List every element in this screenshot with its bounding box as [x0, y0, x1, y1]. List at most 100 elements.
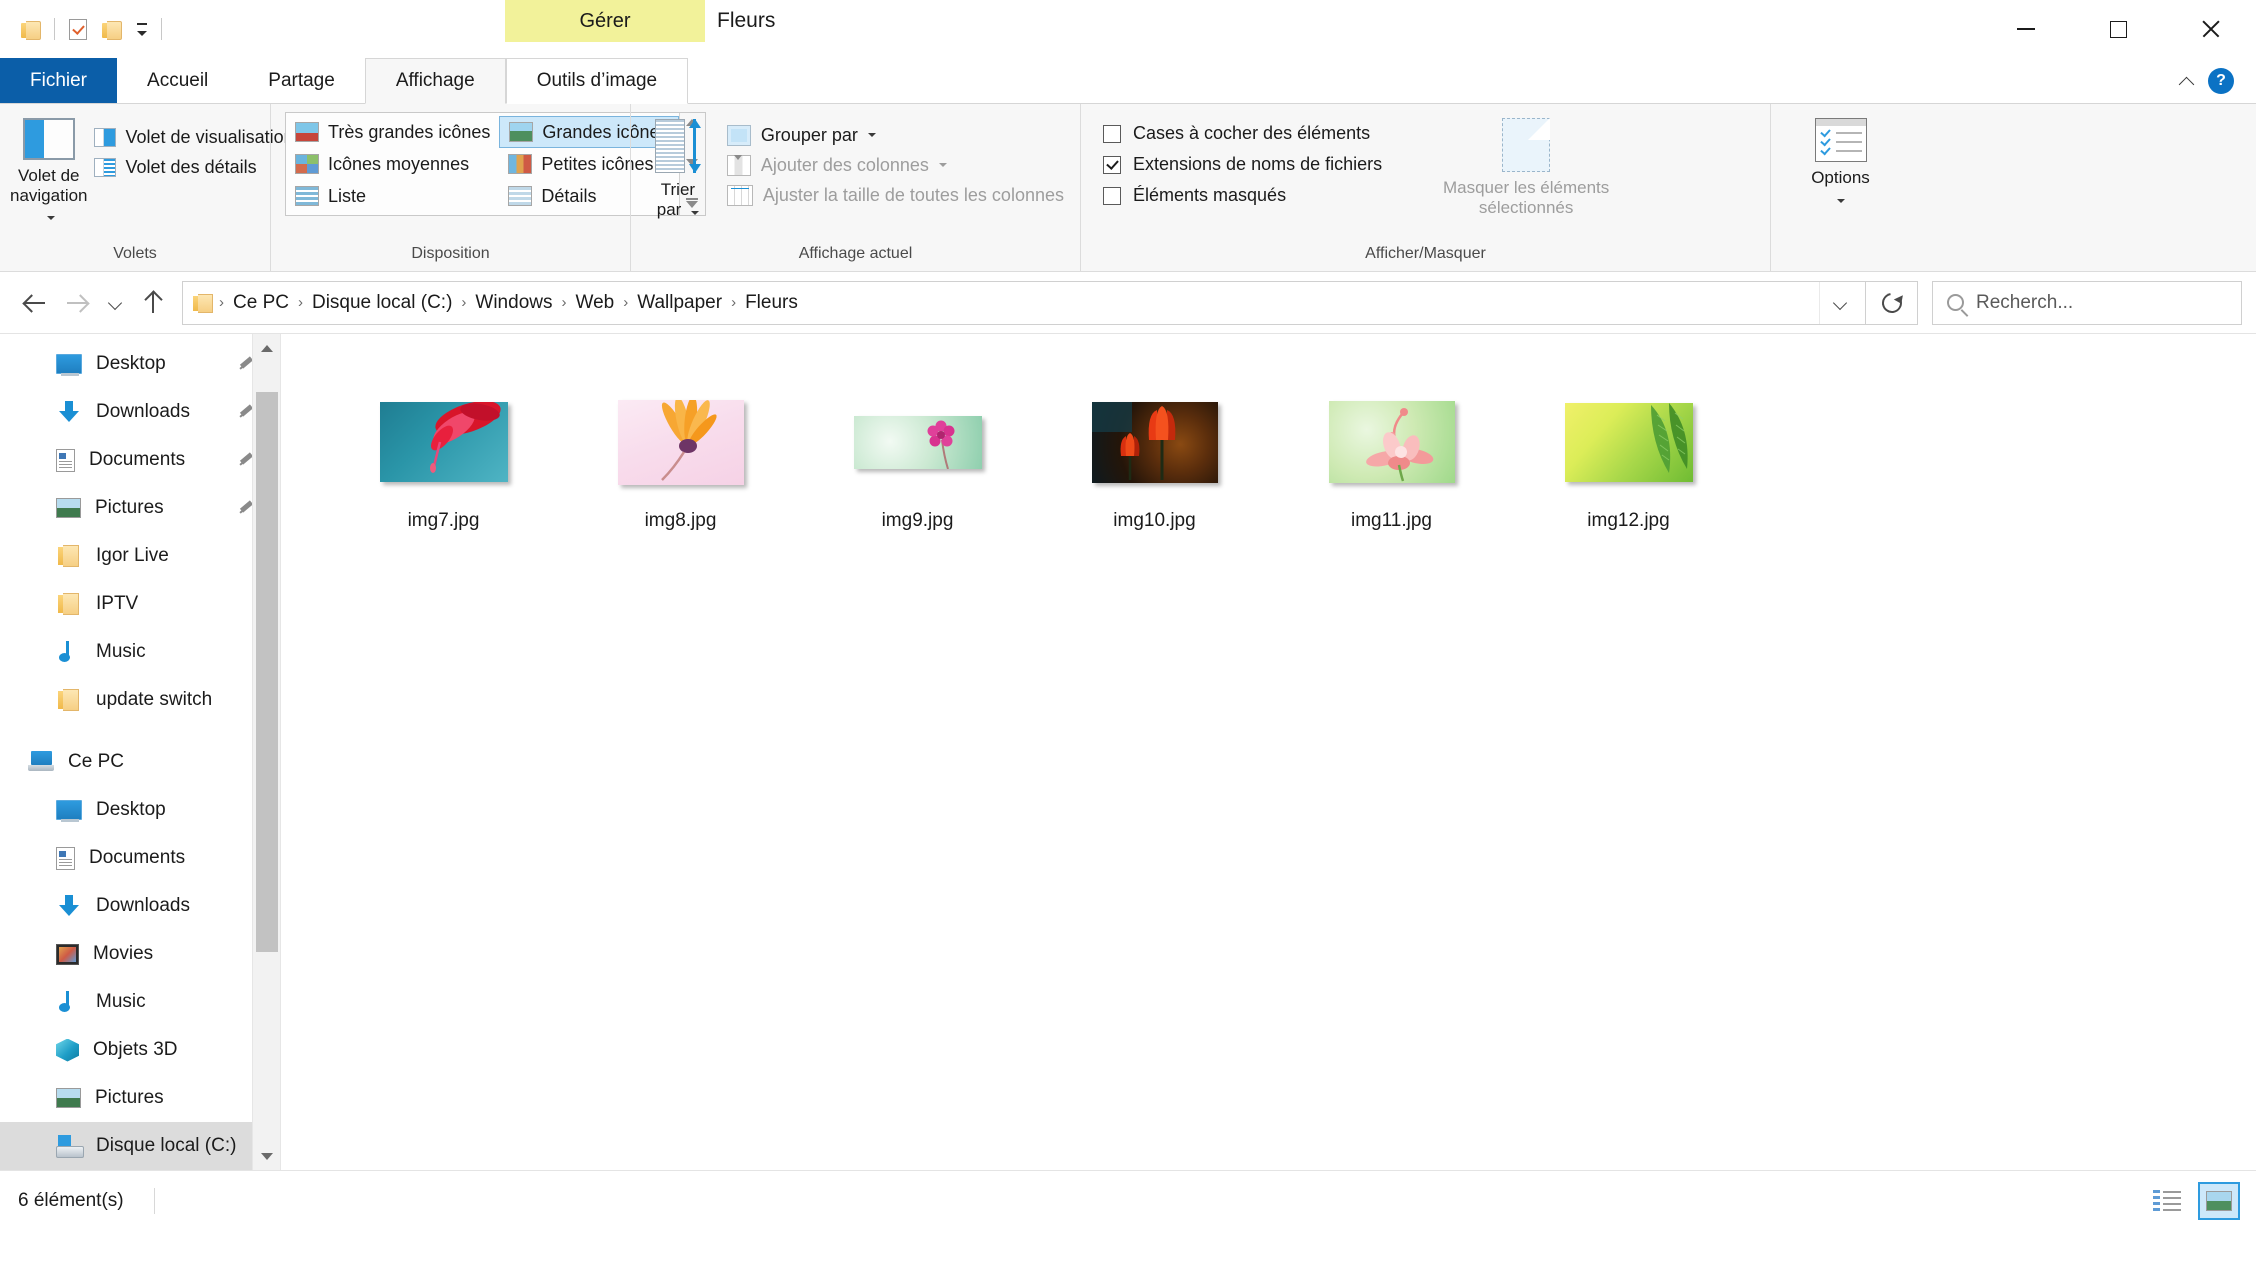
forward-button[interactable] — [56, 282, 98, 324]
options-button[interactable]: Options — [1781, 112, 1900, 207]
minimize-button[interactable] — [1980, 0, 2072, 58]
qat-customize-button[interactable] — [129, 14, 155, 44]
close-button[interactable] — [2164, 0, 2256, 58]
file-item-img8[interactable]: img8.jpg — [562, 382, 799, 536]
refresh-button[interactable] — [1866, 280, 1918, 325]
music-icon — [56, 641, 82, 663]
refresh-icon — [1877, 288, 1906, 317]
file-extensions-checkbox[interactable] — [1103, 155, 1121, 174]
nav-item-pictures-qa[interactable]: Pictures — [0, 484, 280, 532]
navigation-pane-button[interactable]: Volet de navigation — [10, 112, 88, 225]
file-item-img11[interactable]: img11.jpg — [1273, 382, 1510, 536]
layout-medium-icons[interactable]: Icônes moyennes — [286, 148, 499, 180]
scrollbar-up-button[interactable] — [253, 334, 281, 362]
nav-item-music-qa[interactable]: Music — [0, 628, 280, 676]
preview-pane-toggle[interactable]: Volet de visualisation — [88, 122, 300, 152]
file-item-img7[interactable]: img7.jpg — [325, 382, 562, 536]
scroll-up-icon — [260, 344, 273, 352]
breadcrumb-separator-5: › — [731, 294, 737, 311]
up-button[interactable] — [132, 282, 174, 324]
chevron-up-icon[interactable] — [2180, 74, 2194, 88]
size-all-columns-button[interactable]: Ajuster la taille de toutes les colonnes — [721, 180, 1070, 210]
breadcrumb-bar[interactable]: › Ce PC › Disque local (C:) › Windows › … — [182, 280, 1866, 325]
navigation-pane-label-line2: navigation — [10, 185, 88, 205]
file-item-img9[interactable]: img9.jpg — [799, 382, 1036, 536]
navigation-pane: Desktop Downloads Documents Pictures Igo — [0, 334, 280, 1170]
sort-by-button[interactable]: Trier par — [649, 112, 707, 219]
nav-item-documents-qa[interactable]: Documents — [0, 436, 280, 484]
file-extensions-toggle[interactable]: Extensions de noms de fichiers — [1097, 149, 1388, 180]
breadcrumb-item-fleurs[interactable]: Fleurs — [738, 289, 805, 317]
tab-affichage[interactable]: Affichage — [364, 58, 506, 104]
documents-icon — [56, 448, 75, 472]
scrollbar-down-button[interactable] — [253, 1142, 281, 1170]
address-bar: › Ce PC › Disque local (C:) › Windows › … — [0, 272, 2256, 334]
navigation-pane-icon — [22, 118, 75, 160]
group-by-button[interactable]: Grouper par — [721, 120, 1070, 150]
item-checkboxes-toggle[interactable]: Cases à cocher des éléments — [1097, 118, 1388, 149]
details-pane-toggle[interactable]: Volet des détails — [88, 152, 300, 182]
add-columns-button[interactable]: Ajouter des colonnes — [721, 150, 1070, 180]
layout-extra-large-icons[interactable]: Très grandes icônes — [286, 116, 499, 148]
nav-item-desktop-pc[interactable]: Desktop — [0, 786, 280, 834]
tab-partage[interactable]: Partage — [238, 58, 365, 103]
up-arrow-icon — [142, 292, 164, 314]
breadcrumb-item-wallpaper[interactable]: Wallpaper — [630, 289, 729, 317]
nav-item-ce-pc[interactable]: Ce PC — [0, 738, 280, 786]
details-view-button[interactable] — [2146, 1182, 2188, 1220]
search-box[interactable]: Recherch... — [1932, 280, 2242, 325]
qat-new-folder-button[interactable] — [95, 12, 129, 46]
nav-item-disque-local[interactable]: Disque local (C:) — [0, 1122, 280, 1170]
large-icons-icon — [509, 122, 534, 142]
file-item-img12[interactable]: img12.jpg — [1510, 382, 1747, 536]
nav-item-downloads-qa[interactable]: Downloads — [0, 388, 280, 436]
navigation-pane-scrollbar[interactable] — [252, 334, 280, 1170]
nav-item-downloads-pc[interactable]: Downloads — [0, 882, 280, 930]
back-button[interactable] — [14, 282, 56, 324]
large-icons-view-button[interactable] — [2198, 1181, 2240, 1220]
breadcrumb-item-web[interactable]: Web — [568, 289, 621, 317]
file-item-img10[interactable]: img10.jpg — [1036, 382, 1273, 536]
folder-icon — [193, 294, 213, 313]
scrollbar-thumb[interactable] — [255, 392, 278, 952]
address-dropdown-button[interactable] — [1819, 281, 1859, 324]
folder-icon — [56, 593, 82, 615]
hide-selected-items-button[interactable]: Masquer les éléments sélectionnés — [1416, 112, 1636, 217]
qat-properties-button[interactable] — [61, 12, 95, 46]
qat-folder-button[interactable] — [14, 12, 48, 46]
tab-accueil[interactable]: Accueil — [117, 58, 238, 103]
recent-locations-button[interactable] — [98, 282, 132, 324]
help-icon[interactable]: ? — [2208, 68, 2234, 94]
hidden-items-checkbox[interactable] — [1103, 186, 1121, 205]
nav-label: Pictures — [95, 497, 164, 518]
maximize-button[interactable] — [2072, 0, 2164, 58]
hidden-items-toggle[interactable]: Éléments masqués — [1097, 180, 1388, 211]
search-input[interactable]: Recherch... — [1976, 292, 2073, 314]
scrollbar-track[interactable] — [253, 362, 281, 1142]
file-list-view[interactable]: img7.jpg img8.jpg img9.jpg img10.jpg img… — [280, 334, 2256, 1170]
nav-item-pictures-pc[interactable]: Pictures — [0, 1074, 280, 1122]
layout-list[interactable]: Liste — [286, 180, 499, 212]
desktop-icon — [56, 354, 82, 376]
breadcrumb-item-disque-local[interactable]: Disque local (C:) — [305, 289, 459, 317]
large-icons-view-icon — [2206, 1190, 2232, 1211]
thumbnail-container — [1091, 386, 1218, 498]
breadcrumb-item-windows[interactable]: Windows — [468, 289, 559, 317]
nav-item-music-pc[interactable]: Music — [0, 978, 280, 1026]
nav-item-movies[interactable]: Movies — [0, 930, 280, 978]
small-icons-icon — [508, 154, 533, 174]
nav-item-update-switch[interactable]: update switch — [0, 676, 280, 724]
sort-by-icon — [654, 118, 702, 174]
nav-item-iptv[interactable]: IPTV — [0, 580, 280, 628]
file-name: img11.jpg — [1351, 510, 1432, 531]
thumbnail-container — [1328, 386, 1455, 498]
nav-item-objets-3d[interactable]: Objets 3D — [0, 1026, 280, 1074]
item-checkboxes-checkbox[interactable] — [1103, 124, 1121, 143]
breadcrumb-item-ce-pc[interactable]: Ce PC — [226, 289, 296, 317]
nav-item-igor-live[interactable]: Igor Live — [0, 532, 280, 580]
tab-fichier[interactable]: Fichier — [0, 58, 118, 103]
chevron-down-icon — [867, 133, 876, 137]
nav-item-documents-pc[interactable]: Documents — [0, 834, 280, 882]
tab-outils-image[interactable]: Outils d’image — [505, 58, 689, 104]
nav-item-desktop-qa[interactable]: Desktop — [0, 340, 280, 388]
